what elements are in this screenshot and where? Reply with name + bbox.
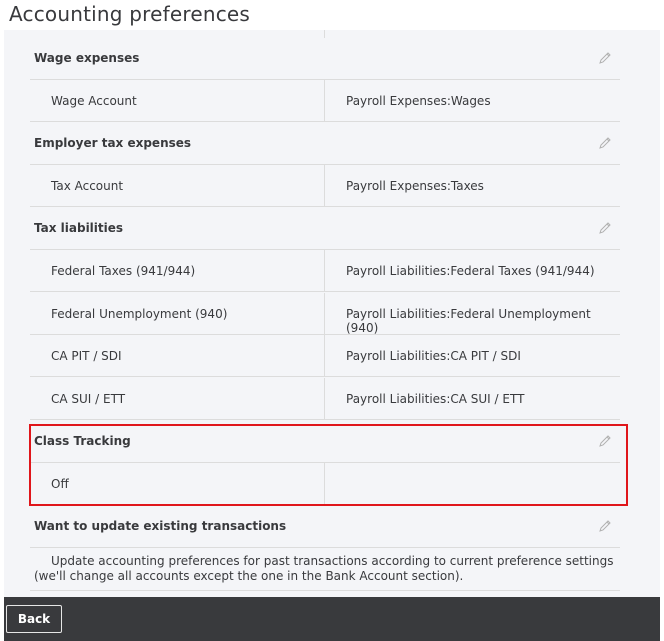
table-row: Federal Taxes (941/944) Payroll Liabilit…	[30, 250, 620, 292]
section-label: Tax liabilities	[34, 221, 124, 235]
description-line: (we'll change all accounts except the on…	[34, 569, 464, 583]
section-label: Employer tax expenses	[34, 136, 192, 150]
section-label: Wage expenses	[34, 51, 140, 65]
section-label: Want to update existing transactions	[34, 519, 287, 533]
table-row: Off	[30, 463, 620, 505]
back-button[interactable]: Back	[6, 605, 62, 633]
table-row: Federal Unemployment (940) Payroll Liabi…	[30, 293, 620, 335]
pencil-icon[interactable]	[598, 221, 612, 235]
page-title: Accounting preferences	[9, 2, 251, 26]
section-header-update-existing: Want to update existing transactions	[30, 506, 620, 548]
table-row: CA SUI / ETT Payroll Liabilities:CA SUI …	[30, 378, 620, 420]
pencil-icon[interactable]	[598, 51, 612, 65]
row-name: Tax Account	[51, 179, 124, 193]
row-name: Off	[51, 477, 69, 491]
row-name: Federal Unemployment (940)	[51, 307, 228, 321]
table-row: CA PIT / SDI Payroll Liabilities:CA PIT …	[30, 335, 620, 377]
row-value: Payroll Liabilities:CA PIT / SDI	[346, 349, 521, 363]
footer-bar: Back	[4, 597, 660, 641]
section-header-employer-tax-expenses: Employer tax expenses	[30, 123, 620, 165]
table-row: Tax Account Payroll Expenses:Taxes	[30, 165, 620, 207]
section-header-wage-expenses: Wage expenses	[30, 38, 620, 80]
row-value: Payroll Expenses:Wages	[346, 94, 491, 108]
pencil-icon[interactable]	[598, 136, 612, 150]
row-value: Payroll Liabilities:Federal Unemployment…	[346, 307, 591, 335]
pencil-icon[interactable]	[598, 434, 612, 448]
update-description: Update accounting preferences for past t…	[30, 548, 620, 591]
row-name: CA PIT / SDI	[51, 349, 122, 363]
row-name: Wage Account	[51, 94, 137, 108]
pencil-icon[interactable]	[598, 519, 612, 533]
section-label: Class Tracking	[34, 434, 131, 448]
row-value: Payroll Liabilities:Federal Taxes (941/9…	[346, 264, 595, 278]
row-value: Payroll Liabilities:CA SUI / ETT	[346, 392, 525, 406]
section-header-tax-liabilities: Tax liabilities	[30, 208, 620, 250]
section-header-class-tracking: Class Tracking	[30, 421, 620, 463]
row-name: CA SUI / ETT	[51, 392, 126, 406]
description-line: Update accounting preferences for past t…	[51, 554, 614, 568]
table-row: Wage Account Payroll Expenses:Wages	[30, 80, 620, 122]
row-value: Payroll Expenses:Taxes	[346, 179, 484, 193]
row-name: Federal Taxes (941/944)	[51, 264, 196, 278]
